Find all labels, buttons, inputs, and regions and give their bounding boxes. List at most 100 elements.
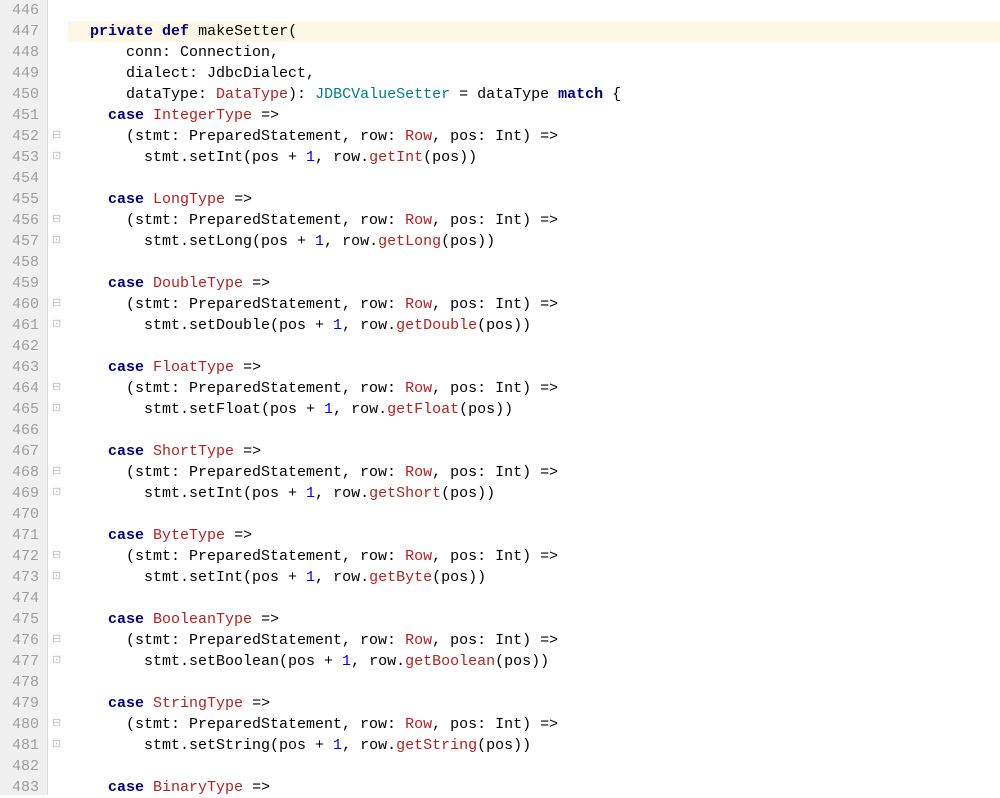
line-number[interactable]: 453 bbox=[4, 147, 39, 168]
code-line[interactable]: dataType: DataType): JDBCValueSetter = d… bbox=[68, 84, 1000, 105]
code-token: conn: Connection, bbox=[72, 44, 279, 61]
line-number[interactable]: 471 bbox=[4, 525, 39, 546]
fold-open-icon[interactable]: ⊟ bbox=[52, 126, 61, 147]
fold-close-icon[interactable]: ⊡ bbox=[52, 231, 61, 252]
line-number[interactable]: 474 bbox=[4, 588, 39, 609]
line-number[interactable]: 464 bbox=[4, 378, 39, 399]
line-number[interactable]: 462 bbox=[4, 336, 39, 357]
code-token bbox=[72, 779, 108, 796]
code-line[interactable]: (stmt: PreparedStatement, row: Row, pos:… bbox=[68, 126, 1000, 147]
line-number[interactable]: 446 bbox=[4, 0, 39, 21]
fold-open-icon[interactable]: ⊟ bbox=[52, 210, 61, 231]
code-line[interactable]: dialect: JdbcDialect, bbox=[68, 63, 1000, 84]
code-line[interactable] bbox=[68, 168, 1000, 189]
line-number[interactable]: 477 bbox=[4, 651, 39, 672]
line-number[interactable]: 482 bbox=[4, 756, 39, 777]
code-line[interactable]: stmt.setInt(pos + 1, row.getByte(pos)) bbox=[68, 567, 1000, 588]
fold-close-icon[interactable]: ⊡ bbox=[52, 567, 61, 588]
fold-open-icon[interactable]: ⊟ bbox=[52, 714, 61, 735]
code-line[interactable] bbox=[68, 420, 1000, 441]
fold-close-icon[interactable]: ⊡ bbox=[52, 651, 61, 672]
fold-open-icon[interactable]: ⊟ bbox=[52, 630, 61, 651]
code-token: , pos: Int) => bbox=[432, 464, 558, 481]
code-token bbox=[144, 107, 153, 124]
line-number[interactable]: 475 bbox=[4, 609, 39, 630]
line-number[interactable]: 472 bbox=[4, 546, 39, 567]
code-line[interactable] bbox=[68, 336, 1000, 357]
code-line[interactable] bbox=[68, 252, 1000, 273]
fold-open-icon[interactable]: ⊟ bbox=[52, 378, 61, 399]
code-token bbox=[153, 23, 162, 40]
code-line[interactable]: (stmt: PreparedStatement, row: Row, pos:… bbox=[68, 294, 1000, 315]
code-line[interactable]: (stmt: PreparedStatement, row: Row, pos:… bbox=[68, 546, 1000, 567]
line-number[interactable]: 479 bbox=[4, 693, 39, 714]
code-line[interactable]: stmt.setLong(pos + 1, row.getLong(pos)) bbox=[68, 231, 1000, 252]
code-line[interactable]: stmt.setFloat(pos + 1, row.getFloat(pos)… bbox=[68, 399, 1000, 420]
code-editor[interactable]: private def makeSetter( conn: Connection… bbox=[68, 0, 1000, 795]
fold-close-icon[interactable]: ⊡ bbox=[52, 735, 61, 756]
code-line[interactable] bbox=[68, 756, 1000, 777]
code-line[interactable]: case LongType => bbox=[68, 189, 1000, 210]
line-number[interactable]: 473 bbox=[4, 567, 39, 588]
line-number[interactable]: 461 bbox=[4, 315, 39, 336]
line-number[interactable]: 481 bbox=[4, 735, 39, 756]
line-number[interactable]: 480 bbox=[4, 714, 39, 735]
line-number[interactable]: 456 bbox=[4, 210, 39, 231]
fold-open-icon[interactable]: ⊟ bbox=[52, 462, 61, 483]
line-number[interactable]: 476 bbox=[4, 630, 39, 651]
code-line[interactable]: stmt.setDouble(pos + 1, row.getDouble(po… bbox=[68, 315, 1000, 336]
code-line[interactable]: stmt.setInt(pos + 1, row.getShort(pos)) bbox=[68, 483, 1000, 504]
line-number[interactable]: 450 bbox=[4, 84, 39, 105]
code-line[interactable]: (stmt: PreparedStatement, row: Row, pos:… bbox=[68, 210, 1000, 231]
code-line[interactable]: (stmt: PreparedStatement, row: Row, pos:… bbox=[68, 714, 1000, 735]
code-token: getShort bbox=[369, 485, 441, 502]
line-number[interactable]: 447 bbox=[4, 21, 39, 42]
line-number[interactable]: 460 bbox=[4, 294, 39, 315]
line-number[interactable]: 465 bbox=[4, 399, 39, 420]
code-line[interactable]: (stmt: PreparedStatement, row: Row, pos:… bbox=[68, 378, 1000, 399]
code-line[interactable]: case IntegerType => bbox=[68, 105, 1000, 126]
code-line[interactable]: (stmt: PreparedStatement, row: Row, pos:… bbox=[68, 462, 1000, 483]
code-line[interactable] bbox=[68, 0, 1000, 21]
fold-open-icon[interactable]: ⊟ bbox=[52, 546, 61, 567]
fold-close-icon[interactable]: ⊡ bbox=[52, 315, 61, 336]
code-line[interactable]: case DoubleType => bbox=[68, 273, 1000, 294]
line-number[interactable]: 459 bbox=[4, 273, 39, 294]
line-number[interactable]: 455 bbox=[4, 189, 39, 210]
line-number[interactable]: 469 bbox=[4, 483, 39, 504]
code-line[interactable]: stmt.setBoolean(pos + 1, row.getBoolean(… bbox=[68, 651, 1000, 672]
code-line[interactable]: case FloatType => bbox=[68, 357, 1000, 378]
code-line[interactable] bbox=[68, 672, 1000, 693]
code-line[interactable]: private def makeSetter( bbox=[68, 21, 1000, 42]
line-number[interactable]: 452 bbox=[4, 126, 39, 147]
line-number[interactable]: 451 bbox=[4, 105, 39, 126]
line-number[interactable]: 470 bbox=[4, 504, 39, 525]
line-number[interactable]: 467 bbox=[4, 441, 39, 462]
code-line[interactable]: stmt.setInt(pos + 1, row.getInt(pos)) bbox=[68, 147, 1000, 168]
code-line[interactable]: case ByteType => bbox=[68, 525, 1000, 546]
line-number[interactable]: 457 bbox=[4, 231, 39, 252]
code-line[interactable] bbox=[68, 588, 1000, 609]
code-token: Row bbox=[405, 464, 432, 481]
line-number[interactable]: 449 bbox=[4, 63, 39, 84]
code-line[interactable]: case ShortType => bbox=[68, 441, 1000, 462]
fold-open-icon[interactable]: ⊟ bbox=[52, 294, 61, 315]
code-token bbox=[144, 611, 153, 628]
line-number[interactable]: 466 bbox=[4, 420, 39, 441]
fold-close-icon[interactable]: ⊡ bbox=[52, 147, 61, 168]
code-line[interactable]: conn: Connection, bbox=[68, 42, 1000, 63]
line-number[interactable]: 468 bbox=[4, 462, 39, 483]
line-number[interactable]: 458 bbox=[4, 252, 39, 273]
code-token: private bbox=[90, 23, 153, 40]
line-number[interactable]: 478 bbox=[4, 672, 39, 693]
code-line[interactable]: case BooleanType => bbox=[68, 609, 1000, 630]
line-number[interactable]: 463 bbox=[4, 357, 39, 378]
line-number[interactable]: 448 bbox=[4, 42, 39, 63]
code-line[interactable]: case StringType => bbox=[68, 693, 1000, 714]
code-line[interactable]: stmt.setString(pos + 1, row.getString(po… bbox=[68, 735, 1000, 756]
fold-close-icon[interactable]: ⊡ bbox=[52, 399, 61, 420]
code-line[interactable]: (stmt: PreparedStatement, row: Row, pos:… bbox=[68, 630, 1000, 651]
line-number[interactable]: 454 bbox=[4, 168, 39, 189]
fold-close-icon[interactable]: ⊡ bbox=[52, 483, 61, 504]
code-line[interactable] bbox=[68, 504, 1000, 525]
